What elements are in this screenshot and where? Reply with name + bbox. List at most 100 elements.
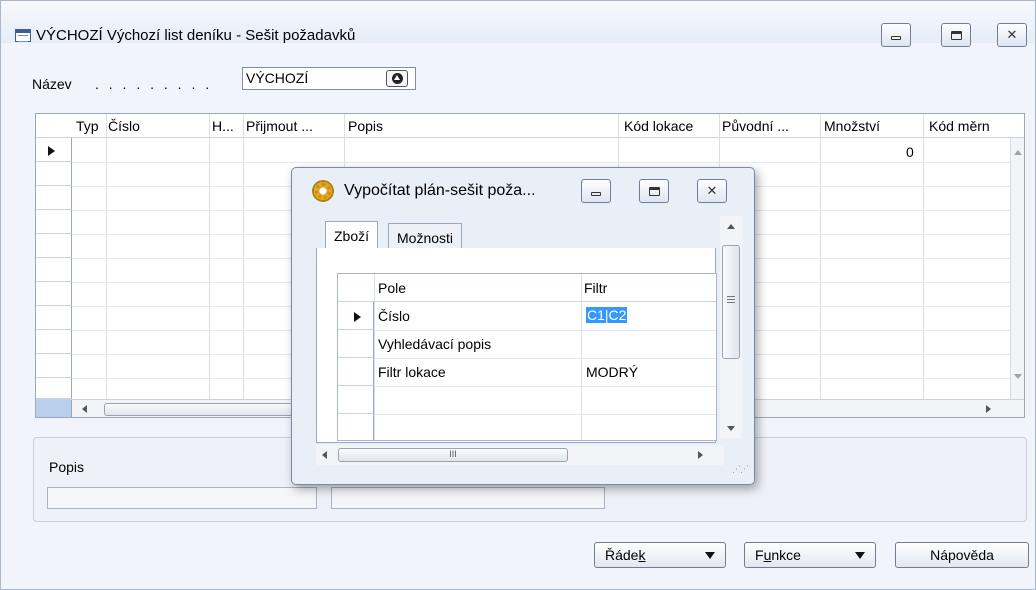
- scroll-arrow-icon[interactable]: [986, 405, 991, 413]
- row-selector[interactable]: [36, 330, 72, 354]
- col-pole[interactable]: Pole: [378, 280, 406, 296]
- row-pointer-icon: [48, 146, 55, 156]
- row-selector[interactable]: [36, 186, 72, 210]
- row-selector[interactable]: [338, 386, 374, 414]
- maximize-button[interactable]: [941, 23, 971, 47]
- chevron-down-icon: [705, 551, 715, 559]
- column-divider: [209, 114, 210, 399]
- gear-icon: [312, 180, 334, 202]
- row-selector[interactable]: [338, 358, 374, 386]
- dialog-horizontal-thumb[interactable]: III: [338, 448, 568, 462]
- row-divider: [374, 358, 716, 359]
- scroll-arrow-icon[interactable]: [82, 405, 87, 413]
- grid-vertical-scrollbar[interactable]: [1010, 138, 1024, 401]
- radek-label: Řádek: [605, 547, 646, 563]
- scroll-arrow-icon[interactable]: [1014, 150, 1022, 155]
- row-selector[interactable]: [36, 282, 72, 306]
- dialog-title: Vypočítat plán-sešit poža...: [344, 182, 536, 199]
- col-filtr[interactable]: Filtr: [584, 280, 607, 296]
- row-selector[interactable]: [36, 210, 72, 234]
- scroll-arrow-icon[interactable]: [727, 224, 735, 229]
- lookup-button[interactable]: [386, 70, 408, 87]
- row-selector[interactable]: [338, 330, 374, 358]
- tab-moznosti[interactable]: Možnosti: [388, 223, 463, 249]
- title-bar[interactable]: VÝCHOZÍ Výchozí list deníku - Sešit poža…: [1, 1, 1035, 47]
- col-kod-merne[interactable]: Kód měrn: [929, 118, 990, 134]
- close-button[interactable]: ✕: [997, 23, 1027, 47]
- col-puvodni[interactable]: Původní ...: [722, 118, 789, 134]
- funkce-label: Funkce: [755, 547, 801, 563]
- funkce-menu-button[interactable]: Funkce: [744, 542, 876, 568]
- name-leader-dots: . . . . . . . . .: [95, 76, 213, 92]
- row-divider: [374, 330, 716, 331]
- row-pointer-icon: [354, 312, 361, 322]
- col-h[interactable]: H...: [212, 118, 234, 134]
- field-cell[interactable]: Vyhledávací popis: [378, 336, 491, 352]
- popis-field-right: [331, 487, 605, 509]
- scroll-arrow-icon[interactable]: [1014, 374, 1022, 379]
- row-selector[interactable]: [36, 234, 72, 258]
- row-selector[interactable]: [36, 354, 72, 378]
- row-selector-column: [36, 138, 72, 399]
- popis-field-left: [47, 487, 317, 509]
- grid-header: Typ Číslo H... Přijmout ... Popis Kód lo…: [36, 114, 1024, 138]
- column-divider: [923, 114, 924, 399]
- col-typ[interactable]: Typ: [76, 118, 99, 134]
- row-selector[interactable]: [36, 162, 72, 186]
- row-selector[interactable]: [36, 378, 72, 399]
- dialog-vertical-thumb[interactable]: [722, 245, 740, 359]
- maximize-icon: [950, 30, 962, 40]
- grid-corner-cell: [36, 400, 72, 417]
- column-divider: [243, 114, 244, 399]
- dialog-minimize-button[interactable]: [581, 179, 611, 203]
- quantity-cell[interactable]: 0: [906, 144, 914, 160]
- row-divider: [72, 162, 1010, 163]
- row-selector[interactable]: [338, 414, 374, 440]
- close-icon: ✕: [706, 183, 718, 199]
- minimize-button[interactable]: [881, 23, 911, 47]
- lookup-up-icon: [391, 73, 403, 84]
- scroll-arrow-icon[interactable]: [698, 451, 703, 459]
- col-popis[interactable]: Popis: [348, 118, 383, 134]
- dialog-close-button[interactable]: ✕: [697, 179, 727, 203]
- col-mnozstvi[interactable]: Množství: [824, 118, 880, 134]
- maximize-icon: [648, 186, 660, 196]
- row-selector[interactable]: [36, 258, 72, 282]
- filter-cell-selected[interactable]: C1|C2: [586, 307, 628, 323]
- name-label: Název: [32, 76, 72, 92]
- filter-cell[interactable]: MODRÝ: [586, 364, 638, 380]
- radek-menu-button[interactable]: Řádek: [594, 542, 726, 568]
- field-cell[interactable]: Filtr lokace: [378, 364, 446, 380]
- app-window-icon: [15, 29, 31, 42]
- column-divider: [106, 114, 107, 399]
- scroll-arrow-icon[interactable]: [727, 426, 735, 431]
- row-divider: [374, 414, 716, 415]
- col-cislo[interactable]: Číslo: [108, 118, 140, 134]
- grid-horizontal-thumb[interactable]: [104, 403, 294, 416]
- dialog-horizontal-scrollbar[interactable]: III: [316, 445, 724, 465]
- col-kod-lokace[interactable]: Kód lokace: [624, 118, 693, 134]
- filter-grid-header: Pole Filtr: [338, 274, 716, 302]
- row-divider: [374, 386, 716, 387]
- row-selector[interactable]: [338, 302, 374, 330]
- col-prijmout[interactable]: Přijmout ...: [246, 118, 313, 134]
- napoveda-button[interactable]: Nápověda: [895, 542, 1029, 568]
- column-divider: [820, 114, 821, 399]
- scroll-arrow-icon[interactable]: [322, 451, 327, 459]
- row-selector[interactable]: [36, 138, 72, 162]
- dialog-maximize-button[interactable]: [639, 179, 669, 203]
- chevron-down-icon: [855, 551, 865, 559]
- field-cell[interactable]: Číslo: [378, 308, 410, 324]
- dialog-vertical-scrollbar[interactable]: [720, 216, 742, 438]
- minimize-icon: [891, 36, 901, 40]
- popis-label: Popis: [49, 459, 85, 475]
- filter-grid[interactable]: Pole Filtr Číslo C1|C2 Vyhledávací popis…: [337, 273, 717, 441]
- tab-zbozi[interactable]: Zboží: [325, 221, 379, 249]
- thumb-grip-icon: [727, 296, 735, 297]
- resize-grip-icon[interactable]: ⋰⋰: [732, 464, 749, 475]
- napoveda-label: Nápověda: [930, 547, 994, 563]
- close-icon: ✕: [1006, 27, 1018, 43]
- calculate-plan-dialog[interactable]: Vypočítat plán-sešit poža... ✕ Zboží Mož…: [291, 167, 755, 485]
- row-selector[interactable]: [36, 306, 72, 330]
- window-title: VÝCHOZÍ Výchozí list deníku - Sešit poža…: [36, 27, 356, 44]
